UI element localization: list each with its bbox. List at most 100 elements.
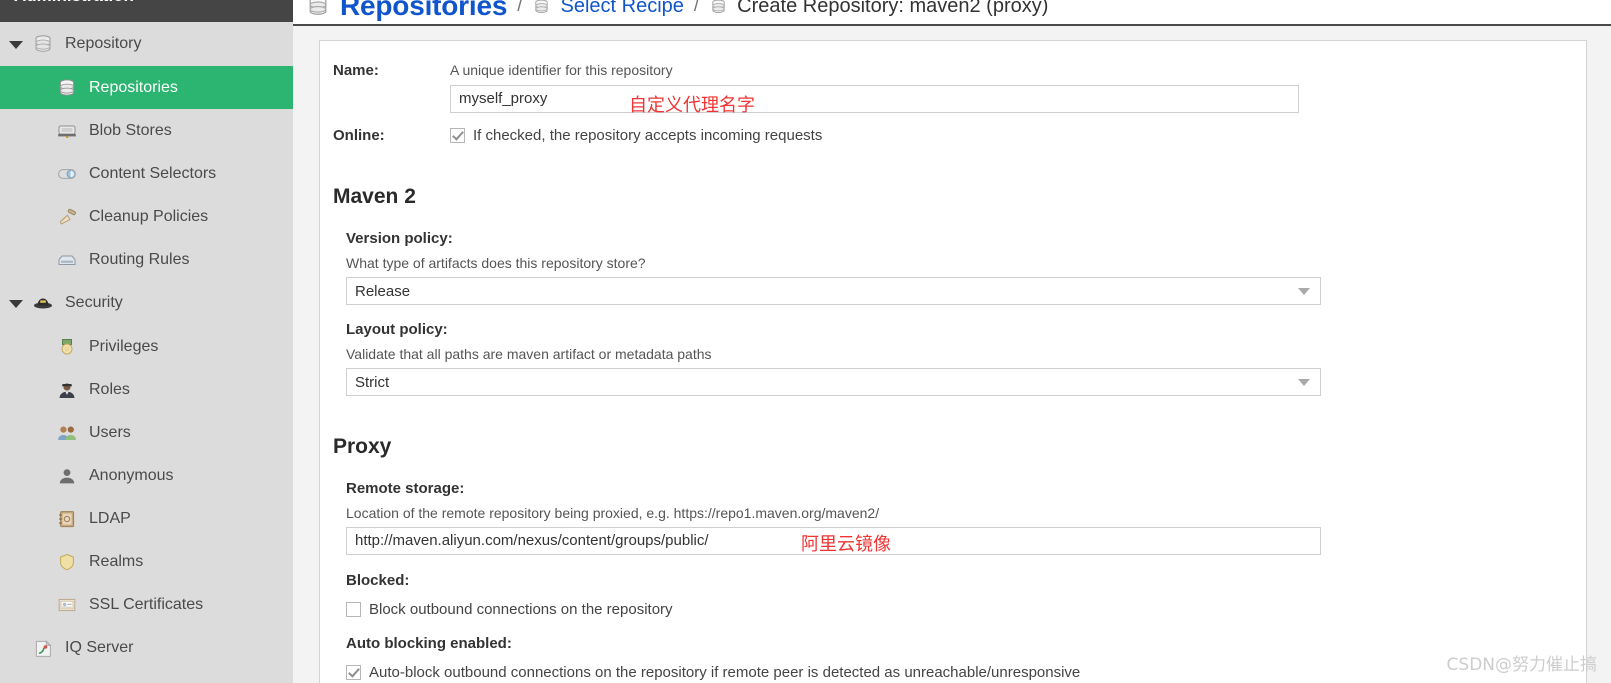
- name-hint: A unique identifier for this repository: [450, 62, 673, 78]
- content-selector-icon: [56, 164, 78, 184]
- sidebar-header: Administration: [0, 0, 293, 22]
- caret-down-icon[interactable]: [8, 36, 24, 52]
- auto-blocking-checkbox-label: Auto-block outbound connections on the r…: [369, 664, 1081, 681]
- name-input[interactable]: [450, 85, 1299, 113]
- layout-policy-value: Strict: [355, 373, 390, 391]
- sidebar-item-label: Routing Rules: [89, 250, 190, 268]
- name-annotation: 自定义代理名字: [629, 95, 755, 116]
- sidebar-item-ldap[interactable]: LDAP: [0, 497, 293, 540]
- sidebar-item-label: Users: [89, 423, 131, 441]
- auto-blocking-label: Auto blocking enabled:: [346, 635, 512, 652]
- layout-policy-hint: Validate that all paths are maven artifa…: [346, 346, 712, 362]
- sidebar-group-label: Security: [65, 294, 123, 311]
- sidebar-group-label: Repository: [65, 35, 142, 52]
- blocked-checkbox-label: Block outbound connections on the reposi…: [369, 601, 673, 618]
- chevron-down-icon[interactable]: [1298, 287, 1310, 295]
- sidebar-item-label: Realms: [89, 552, 144, 570]
- app-root: Administration Repository: [0, 0, 1611, 683]
- field-online: Online: If checked, the repository accep…: [320, 127, 1586, 144]
- layout-policy-select[interactable]: Strict: [346, 368, 1321, 396]
- sidebar-item-label: Privileges: [89, 337, 159, 355]
- breadcrumb: Repositories / Select Recipe / Create Re…: [293, 0, 1611, 26]
- field-remote-storage: Remote storage: Location of the remote r…: [333, 480, 1586, 555]
- layout-policy-label: Layout policy:: [346, 321, 448, 338]
- sidebar-item-anonymous[interactable]: Anonymous: [0, 454, 293, 497]
- breadcrumb-select-recipe[interactable]: Select Recipe: [532, 0, 684, 18]
- sidebar-group-security[interactable]: Security: [0, 281, 293, 325]
- sidebar-item-roles[interactable]: Roles: [0, 368, 293, 411]
- version-policy-value: Release: [355, 282, 411, 300]
- repository-form: Name: A unique identifier for this repos…: [319, 40, 1587, 683]
- sidebar-item-realms[interactable]: Realms: [0, 540, 293, 583]
- database-icon: [305, 0, 331, 19]
- version-policy-select[interactable]: Release: [346, 277, 1321, 305]
- breadcrumb-root-label: Repositories: [340, 0, 508, 21]
- remote-storage-label: Remote storage:: [346, 480, 465, 497]
- officer-icon: [56, 380, 78, 400]
- sidebar-item-label: Repositories: [89, 78, 178, 96]
- database-icon: [709, 0, 728, 16]
- address-book-icon: [56, 509, 78, 529]
- users-icon: [56, 423, 78, 443]
- online-checkbox-row[interactable]: If checked, the repository accepts incom…: [450, 127, 822, 144]
- maven2-section-title: Maven 2: [333, 185, 416, 208]
- sidebar-item-ssl-certificates[interactable]: SSL Certificates: [0, 583, 293, 626]
- online-checkbox-label: If checked, the repository accepts incom…: [473, 127, 823, 144]
- database-icon: [56, 78, 78, 98]
- sidebar-item-content-selectors[interactable]: Content Selectors: [0, 152, 293, 195]
- broom-icon: [56, 207, 78, 227]
- medal-icon: [56, 337, 78, 357]
- section-proxy: Proxy Remote storage: Location of the re…: [320, 435, 1586, 681]
- online-label: Online:: [333, 127, 385, 144]
- caret-down-icon[interactable]: [8, 295, 24, 311]
- field-layout-policy: Layout policy: Validate that all paths a…: [333, 321, 1586, 396]
- iq-server-icon: [32, 638, 54, 658]
- shield-icon: [56, 552, 78, 572]
- remote-storage-annotation: 阿里云镜像: [801, 534, 891, 555]
- certificate-icon: [56, 595, 78, 615]
- sidebar-item-label: Anonymous: [89, 466, 174, 484]
- version-policy-label: Version policy:: [346, 230, 453, 247]
- breadcrumb-separator: /: [693, 0, 700, 16]
- field-version-policy: Version policy: What type of artifacts d…: [333, 230, 1586, 305]
- breadcrumb-separator: /: [517, 0, 523, 16]
- database-icon: [532, 0, 551, 16]
- name-label: Name:: [333, 62, 379, 79]
- sidebar: Administration Repository: [0, 0, 293, 683]
- sidebar-group-iq-server[interactable]: IQ Server: [0, 626, 293, 670]
- chevron-down-icon[interactable]: [1298, 378, 1310, 386]
- blocked-checkbox-row[interactable]: Block outbound connections on the reposi…: [346, 601, 1586, 618]
- security-hat-icon: [32, 293, 54, 313]
- anonymous-icon: [56, 466, 78, 486]
- form-area: Name: A unique identifier for this repos…: [293, 26, 1611, 683]
- database-icon: [32, 34, 54, 54]
- breadcrumb-root[interactable]: Repositories: [305, 0, 507, 22]
- blocked-checkbox[interactable]: [346, 602, 361, 617]
- sidebar-item-users[interactable]: Users: [0, 411, 293, 454]
- breadcrumb-select-recipe-label: Select Recipe: [560, 0, 684, 17]
- sidebar-item-blob-stores[interactable]: Blob Stores: [0, 109, 293, 152]
- sidebar-header-title: Administration: [14, 0, 134, 5]
- breadcrumb-current: Create Repository: maven2 (proxy): [709, 0, 1048, 18]
- sidebar-item-privileges[interactable]: Privileges: [0, 325, 293, 368]
- breadcrumb-current-label: Create Repository: maven2 (proxy): [737, 0, 1049, 17]
- version-policy-hint: What type of artifacts does this reposit…: [346, 255, 646, 271]
- sidebar-item-label: SSL Certificates: [89, 595, 204, 613]
- blocked-label: Blocked:: [346, 572, 410, 589]
- routing-rule-icon: [56, 250, 78, 270]
- sidebar-item-cleanup-policies[interactable]: Cleanup Policies: [0, 195, 293, 238]
- blob-store-icon: [56, 121, 78, 141]
- sidebar-group-label: IQ Server: [65, 639, 134, 656]
- field-name: Name: A unique identifier for this repos…: [320, 62, 1586, 116]
- section-maven2: Maven 2 Version policy: What type of art…: [320, 185, 1586, 396]
- sidebar-item-label: Content Selectors: [89, 164, 217, 182]
- sidebar-item-label: Blob Stores: [89, 121, 172, 139]
- online-checkbox[interactable]: [450, 128, 465, 143]
- remote-storage-hint: Location of the remote repository being …: [346, 505, 880, 521]
- field-blocked: Blocked: Block outbound connections on t…: [333, 572, 1586, 618]
- sidebar-item-routing-rules[interactable]: Routing Rules: [0, 238, 293, 281]
- sidebar-group-repository[interactable]: Repository: [0, 22, 293, 66]
- auto-blocking-checkbox-row[interactable]: Auto-block outbound connections on the r…: [346, 664, 1586, 681]
- sidebar-item-repositories[interactable]: Repositories: [0, 66, 293, 109]
- auto-blocking-checkbox[interactable]: [346, 665, 361, 680]
